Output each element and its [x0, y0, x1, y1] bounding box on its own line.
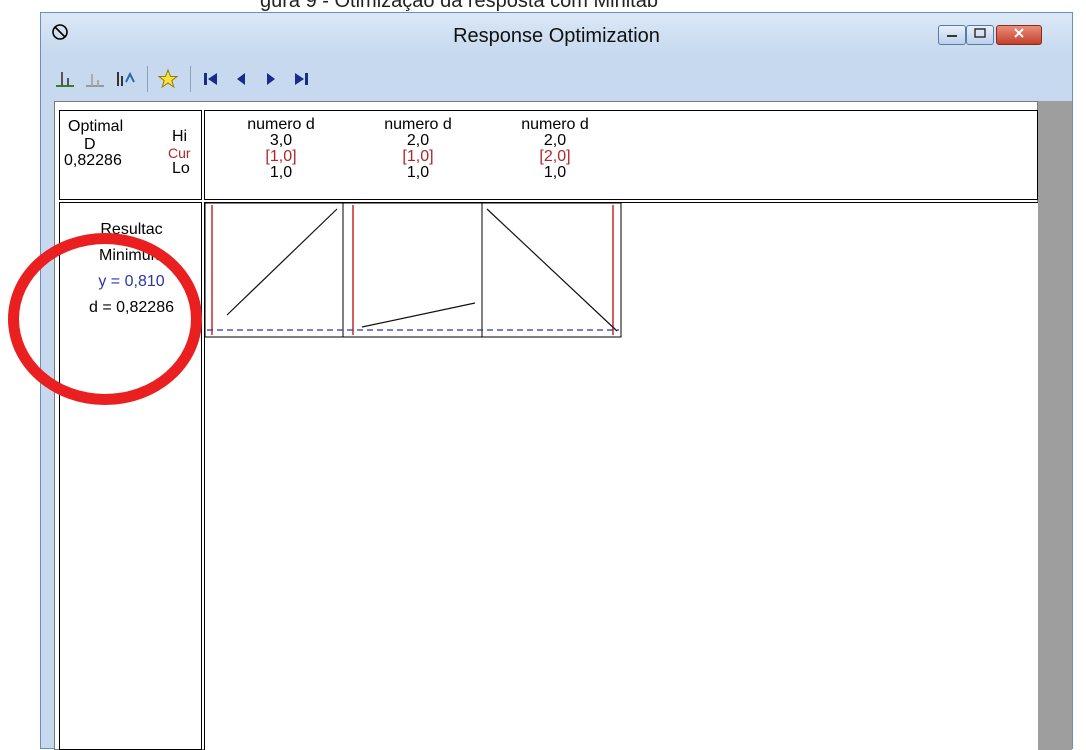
factor-header-box: numero d 3,0 [1,0] 1,0 numero d 2,0 [1,0… — [204, 110, 1038, 200]
lo-label: Lo — [172, 160, 190, 177]
factor-2: numero d 2,0 [1,0] 1,0 — [353, 117, 483, 181]
minimize-icon — [945, 26, 959, 44]
factor-cur[interactable]: [1,0] — [353, 149, 483, 165]
window-title: Response Optimization — [453, 25, 660, 47]
maximize-button[interactable] — [966, 25, 994, 45]
document-caption: gura 9 - Otimização da resposta com Mini… — [260, 0, 658, 12]
plot-panel-2 — [342, 203, 483, 338]
factor-3: numero d 2,0 [2,0] 1,0 — [490, 117, 620, 181]
response-name: Resultac — [100, 221, 163, 238]
factor-lo: 1,0 — [269, 164, 293, 181]
factor-hi: 2,0 — [406, 132, 430, 149]
desirability-label: D — [84, 136, 96, 153]
response-curve-1 — [226, 208, 338, 316]
optimization-plot-canvas: Optimal D 0,82286 Hi Cur Lo numero d 3,0… — [54, 101, 1038, 750]
response-optimization-window: Response Optimization Optimal D 0,82286 … — [40, 12, 1073, 750]
toolbar-separator — [147, 66, 148, 92]
factor-name: numero d — [247, 116, 315, 133]
factor-name: numero d — [521, 116, 589, 133]
close-icon — [1012, 26, 1026, 44]
optimal-summary-box: Optimal D 0,82286 Hi Cur Lo — [59, 110, 202, 200]
optimal-label: Optimal — [68, 118, 124, 135]
save-optimal-star-icon[interactable] — [156, 66, 180, 92]
cur-label: Cur — [168, 145, 191, 161]
response-plots-svg — [205, 203, 622, 338]
edit-factor-settings-icon[interactable] — [53, 66, 77, 92]
last-icon[interactable] — [289, 66, 313, 92]
factor-lo: 1,0 — [406, 164, 430, 181]
factor-name: numero d — [384, 116, 452, 133]
maximize-icon — [973, 26, 987, 44]
response-desirability: d = 0,82286 — [89, 299, 174, 316]
response-summary-box: Resultac Minimum y = 0,810 d = 0,82286 — [59, 202, 202, 750]
response-curve-2 — [361, 302, 476, 328]
title-bar[interactable]: Response Optimization — [41, 13, 1072, 57]
next-icon[interactable] — [259, 66, 283, 92]
response-curve-3 — [486, 208, 618, 332]
factor-1: numero d 3,0 [1,0] 1,0 — [216, 117, 346, 181]
vertical-scrollbar[interactable] — [1038, 101, 1072, 750]
close-button[interactable] — [996, 25, 1042, 45]
hi-label: Hi — [172, 128, 188, 145]
previous-icon[interactable] — [229, 66, 253, 92]
minimize-button[interactable] — [938, 25, 966, 45]
sequential-optimization-icon[interactable] — [113, 66, 137, 92]
first-icon[interactable] — [199, 66, 223, 92]
toolbar — [53, 61, 413, 97]
factor-lo: 1,0 — [543, 164, 567, 181]
response-predicted-y: y = 0,810 — [98, 273, 165, 290]
toolbar-separator — [190, 66, 191, 92]
factor-cur[interactable]: [1,0] — [216, 149, 346, 165]
factor-hi: 2,0 — [543, 132, 567, 149]
desirability-value: 0,82286 — [64, 152, 122, 169]
response-goal: Minimum — [99, 247, 164, 264]
restore-settings-icon[interactable] — [83, 66, 107, 92]
factor-hi: 3,0 — [269, 132, 293, 149]
plot-area — [204, 202, 1038, 750]
factor-cur[interactable]: [2,0] — [490, 149, 620, 165]
